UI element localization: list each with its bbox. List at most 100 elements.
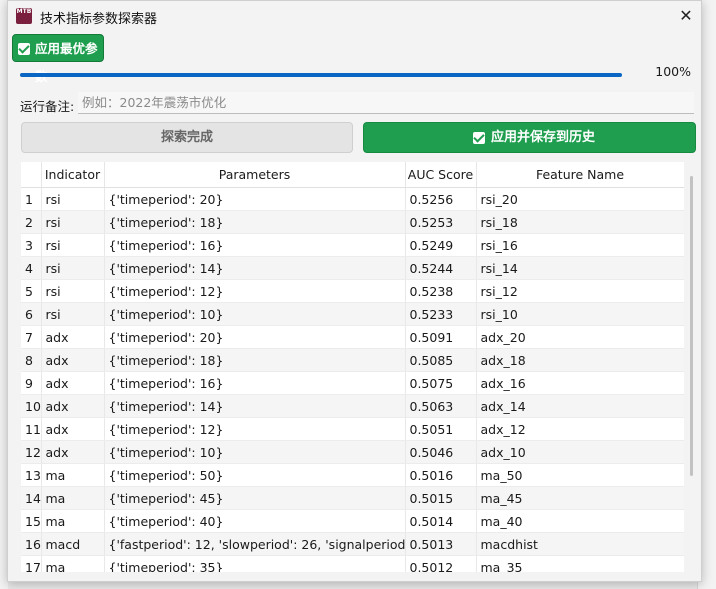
table-row[interactable]: 12 adx {'timeperiod': 10} 0.5046 adx_10: [21, 440, 684, 464]
row-index: 1: [21, 187, 42, 211]
auc-score-cell: 0.5014: [405, 509, 477, 533]
column-header-feature-name[interactable]: Feature Name: [476, 162, 684, 188]
indicator-cell: ma: [41, 463, 105, 487]
checkbox-checked-icon: [18, 43, 30, 55]
row-index: 9: [21, 371, 42, 395]
row-index: 15: [21, 509, 42, 533]
column-header-index[interactable]: [21, 162, 42, 188]
feature-name-cell: rsi_20: [476, 187, 684, 211]
auc-score-cell: 0.5046: [405, 440, 477, 464]
table-row[interactable]: 11 adx {'timeperiod': 12} 0.5051 adx_12: [21, 417, 684, 441]
parameters-cell: {'fastperiod': 12, 'slowperiod': 26, 'si…: [104, 532, 406, 556]
feature-name-cell: rsi_16: [476, 233, 684, 257]
table-row[interactable]: 13 ma {'timeperiod': 50} 0.5016 ma_50: [21, 463, 684, 487]
checkbox-checked-icon: [473, 132, 485, 144]
feature-name-cell: ma_50: [476, 463, 684, 487]
indicator-cell: adx: [41, 440, 105, 464]
exploration-done-button[interactable]: 探索完成: [21, 122, 353, 153]
progress-bar-fill: [20, 73, 622, 77]
apply-best-params-button[interactable]: 应用最优参数: [12, 34, 104, 84]
auc-score-cell: 0.5244: [405, 256, 477, 280]
parameters-cell: {'timeperiod': 16}: [104, 371, 406, 395]
feature-name-cell: adx_16: [476, 371, 684, 395]
table-scrollbar[interactable]: [690, 176, 693, 476]
table-row[interactable]: 1 rsi {'timeperiod': 20} 0.5256 rsi_20: [21, 187, 684, 211]
auc-score-cell: 0.5015: [405, 486, 477, 510]
table-row[interactable]: 3 rsi {'timeperiod': 16} 0.5249 rsi_16: [21, 233, 684, 257]
auc-score-cell: 0.5249: [405, 233, 477, 257]
table-row[interactable]: 14 ma {'timeperiod': 45} 0.5015 ma_45: [21, 486, 684, 510]
auc-score-cell: 0.5016: [405, 463, 477, 487]
parameters-cell: {'timeperiod': 20}: [104, 325, 406, 349]
results-table: Indicator Parameters AUC Score Feature N…: [21, 162, 684, 572]
parameters-cell: {'timeperiod': 14}: [104, 394, 406, 418]
feature-name-cell: adx_18: [476, 348, 684, 372]
indicator-cell: adx: [41, 417, 105, 441]
table-row[interactable]: 4 rsi {'timeperiod': 14} 0.5244 rsi_14: [21, 256, 684, 280]
table-row[interactable]: 7 adx {'timeperiod': 20} 0.5091 adx_20: [21, 325, 684, 349]
auc-score-cell: 0.5063: [405, 394, 477, 418]
parameters-cell: {'timeperiod': 18}: [104, 348, 406, 372]
close-icon[interactable]: ✕: [671, 1, 701, 31]
table-body: 1 rsi {'timeperiod': 20} 0.5256 rsi_20 2 rsi {'…: [21, 187, 684, 572]
window-title: 技术指标参数探索器: [40, 12, 158, 27]
table-row[interactable]: 2 rsi {'timeperiod': 18} 0.5253 rsi_18: [21, 210, 684, 234]
table-row[interactable]: 6 rsi {'timeperiod': 10} 0.5233 rsi_10: [21, 302, 684, 326]
auc-score-cell: 0.5051: [405, 417, 477, 441]
row-index: 11: [21, 417, 42, 441]
parameters-cell: {'timeperiod': 50}: [104, 463, 406, 487]
parameters-cell: {'timeperiod': 10}: [104, 302, 406, 326]
auc-score-cell: 0.5238: [405, 279, 477, 303]
parameters-cell: {'timeperiod': 45}: [104, 486, 406, 510]
parameters-cell: {'timeperiod': 12}: [104, 417, 406, 441]
row-index: 8: [21, 348, 42, 372]
indicator-cell: adx: [41, 394, 105, 418]
feature-name-cell: adx_10: [476, 440, 684, 464]
row-index: 12: [21, 440, 42, 464]
progress-bar: [20, 73, 622, 77]
parameters-cell: {'timeperiod': 10}: [104, 440, 406, 464]
auc-score-cell: 0.5013: [405, 532, 477, 556]
parameters-cell: {'timeperiod': 14}: [104, 256, 406, 280]
column-header-parameters[interactable]: Parameters: [104, 162, 406, 188]
table-row[interactable]: 10 adx {'timeperiod': 14} 0.5063 adx_14: [21, 394, 684, 418]
feature-name-cell: ma_35: [476, 555, 684, 572]
indicator-cell: adx: [41, 325, 105, 349]
table-row[interactable]: 17 ma {'timeperiod': 35} 0.5012 ma_35: [21, 555, 684, 572]
table-row[interactable]: 15 ma {'timeperiod': 40} 0.5014 ma_40: [21, 509, 684, 533]
table-row[interactable]: 5 rsi {'timeperiod': 12} 0.5238 rsi_12: [21, 279, 684, 303]
indicator-cell: rsi: [41, 210, 105, 234]
progress-percent: 100%: [655, 64, 691, 79]
row-index: 2: [21, 210, 42, 234]
apply-and-save-history-button[interactable]: 应用并保存到历史: [363, 122, 696, 153]
indicator-cell: rsi: [41, 256, 105, 280]
auc-score-cell: 0.5233: [405, 302, 477, 326]
title-bar: MTB 技术指标参数探索器 ✕: [8, 1, 701, 31]
apply-and-save-history-label: 应用并保存到历史: [491, 130, 596, 145]
indicator-cell: ma: [41, 555, 105, 572]
apply-best-params-label: 应用最优参数: [35, 41, 98, 84]
feature-name-cell: adx_12: [476, 417, 684, 441]
auc-score-cell: 0.5256: [405, 187, 477, 211]
row-index: 10: [21, 394, 42, 418]
table-row[interactable]: 16 macd {'fastperiod': 12, 'slowperiod': 2…: [21, 532, 684, 556]
indicator-cell: rsi: [41, 279, 105, 303]
feature-name-cell: rsi_12: [476, 279, 684, 303]
row-index: 16: [21, 532, 42, 556]
row-index: 6: [21, 302, 42, 326]
auc-score-cell: 0.5012: [405, 555, 477, 572]
auc-score-cell: 0.5075: [405, 371, 477, 395]
feature-name-cell: macdhist: [476, 532, 684, 556]
auc-score-cell: 0.5091: [405, 325, 477, 349]
column-header-auc-score[interactable]: AUC Score: [405, 162, 477, 188]
parameters-cell: {'timeperiod': 40}: [104, 509, 406, 533]
row-index: 14: [21, 486, 42, 510]
table-row[interactable]: 8 adx {'timeperiod': 18} 0.5085 adx_18: [21, 348, 684, 372]
table-row[interactable]: 9 adx {'timeperiod': 16} 0.5075 adx_16: [21, 371, 684, 395]
feature-name-cell: ma_45: [476, 486, 684, 510]
run-note-input[interactable]: [78, 92, 694, 114]
feature-name-cell: rsi_14: [476, 256, 684, 280]
indicator-cell: ma: [41, 509, 105, 533]
auc-score-cell: 0.5085: [405, 348, 477, 372]
column-header-indicator[interactable]: Indicator: [41, 162, 105, 188]
